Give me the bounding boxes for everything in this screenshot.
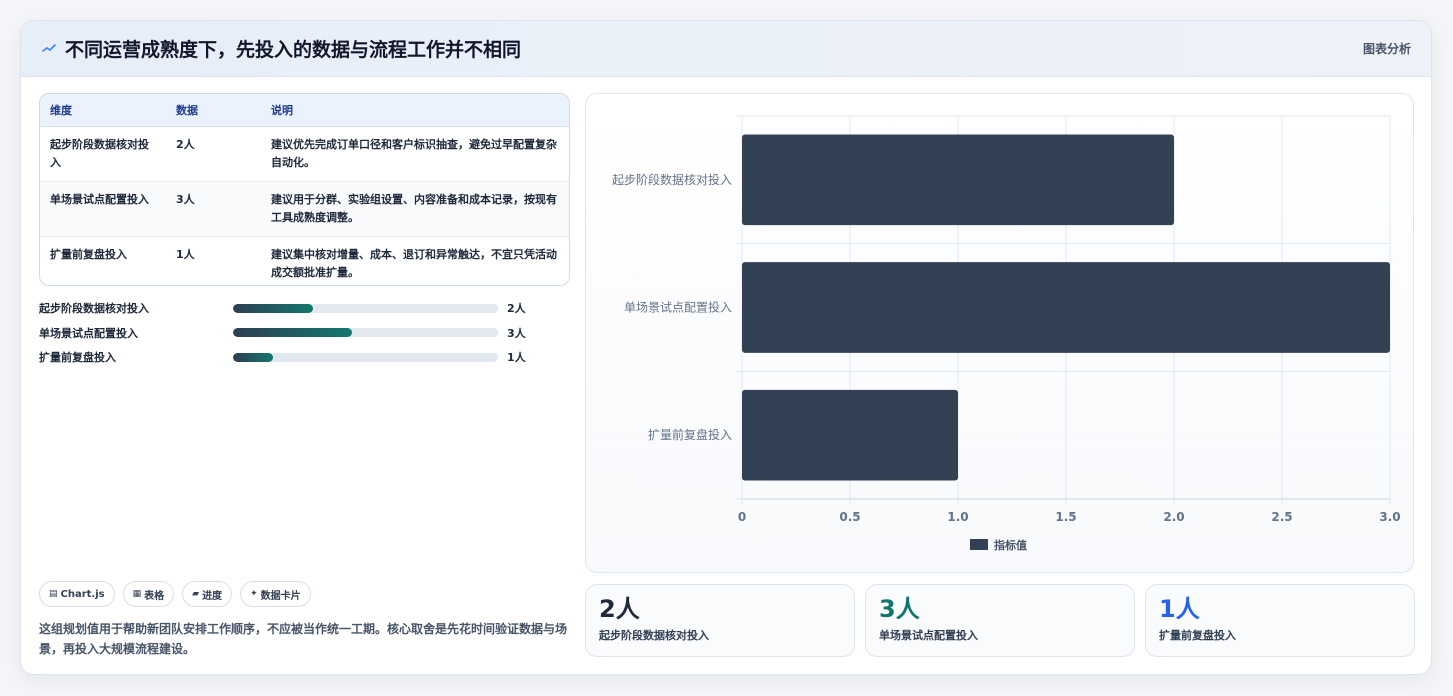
kpi-card: 3人 单场景试点配置投入 xyxy=(865,584,1135,657)
progress-label: 单场景试点配置投入 xyxy=(39,326,138,340)
kpi-value: 1人 xyxy=(1159,595,1200,623)
kpi-row: 2人 起步阶段数据核对投入 3人 单场景试点配置投入 1人 扩量前复盘投入 xyxy=(585,584,1415,657)
data-table: 维度 数据 说明 起步阶段数据核对投入 2人 建议优先完成订单口径和客户标识抽查… xyxy=(39,93,570,286)
table-row: 单场景试点配置投入 3人 建议用于分群、实验组设置、内容准备和成本记录，按现有工… xyxy=(40,181,569,237)
table-icon: ▦ xyxy=(132,589,142,599)
x-tick-label: 1.5 xyxy=(1055,510,1076,524)
table-cell-dim: 单场景试点配置投入 xyxy=(40,181,166,237)
progress-fill xyxy=(233,328,353,338)
kpi-value: 3人 xyxy=(879,595,920,623)
y-category-label: 起步阶段数据核对投入 xyxy=(612,172,732,187)
table-cell-value: 1人 xyxy=(176,247,195,261)
card-icon: ✦ xyxy=(250,589,258,599)
chip-chartjs[interactable]: ▤ Chart.js xyxy=(39,581,115,607)
chip-label: 表格 xyxy=(144,590,165,602)
chip-label: 进度 xyxy=(202,590,223,602)
footnote: 这组规划值用于帮助新团队安排工作顺序，不应被当作统一工期。核心取舍是先花时间验证… xyxy=(39,622,568,656)
card-header: 不同运营成熟度下，先投入的数据与流程工作并不相同 图表分析 xyxy=(21,21,1431,77)
progress-row: 起步阶段数据核对投入 2人 xyxy=(39,296,570,321)
chip-table[interactable]: ▦ 表格 xyxy=(122,581,175,607)
chart-card: 不同运营成熟度下，先投入的数据与流程工作并不相同 图表分析 维度 数据 说明 起… xyxy=(20,20,1432,675)
header-tag: 图表分析 xyxy=(1362,42,1411,56)
table-cell-desc: 建议用于分群、实验组设置、内容准备和成本记录，按现有工具成熟度调整。 xyxy=(261,181,569,237)
progress-label: 起步阶段数据核对投入 xyxy=(39,302,149,316)
x-tick-label: 0 xyxy=(738,510,746,524)
progress-fill xyxy=(233,303,313,313)
bar xyxy=(742,389,958,481)
progress-value: 1人 xyxy=(507,351,526,365)
progress-icon: ▰ xyxy=(192,589,200,599)
progress-list: 起步阶段数据核对投入 2人 单场景试点配置投入 3人 扩量前复盘投入 1人 xyxy=(39,296,570,370)
table-header-row: 维度 数据 说明 xyxy=(40,94,569,127)
column-header: 数据 xyxy=(166,94,261,127)
table-cell-dim: 扩量前复盘投入 xyxy=(50,247,127,261)
table-cell-value: 2人 xyxy=(166,126,261,182)
column-header: 说明 xyxy=(261,94,569,127)
chip-label: 数据卡片 xyxy=(260,590,301,602)
legend-label: 指标值 xyxy=(994,538,1027,552)
progress-track xyxy=(233,352,498,362)
x-tick-label: 2.5 xyxy=(1271,510,1292,524)
progress-value: 3人 xyxy=(507,326,526,340)
progress-value: 2人 xyxy=(507,302,526,316)
y-category-label: 扩量前复盘投入 xyxy=(648,427,732,442)
legend-swatch xyxy=(970,539,988,550)
x-tick-label: 2.0 xyxy=(1163,510,1184,524)
progress-row: 扩量前复盘投入 1人 xyxy=(39,345,570,370)
y-category-label: 单场景试点配置投入 xyxy=(624,300,732,315)
x-tick-label: 1.0 xyxy=(947,510,968,524)
table-cell-dim: 起步阶段数据核对投入 xyxy=(40,126,166,182)
x-tick-label: 0.5 xyxy=(839,510,860,524)
x-tick-label: 3.0 xyxy=(1379,510,1400,524)
kpi-label: 扩量前复盘投入 xyxy=(1159,629,1236,642)
table-row: 扩量前复盘投入 1人 建议集中核对增量、成本、退订和异常触达，不宜只凭活动成交额… xyxy=(40,236,569,285)
progress-track xyxy=(233,303,498,313)
feature-chips: ▤ Chart.js ▦ 表格 ▰ 进度 ✦ 数据卡片 xyxy=(39,581,311,607)
chart-icon: ▤ xyxy=(49,589,58,599)
chip-data-card[interactable]: ✦ 数据卡片 xyxy=(240,581,311,607)
progress-label: 扩量前复盘投入 xyxy=(39,351,116,365)
progress-row: 单场景试点配置投入 3人 xyxy=(39,321,570,346)
progress-track xyxy=(233,328,498,338)
kpi-value: 2人 xyxy=(599,595,640,623)
page-title: 不同运营成熟度下，先投入的数据与流程工作并不相同 xyxy=(65,39,522,61)
chip-progress[interactable]: ▰ 进度 xyxy=(182,581,233,607)
sparkle-icon xyxy=(41,41,57,57)
kpi-card: 1人 扩量前复盘投入 xyxy=(1145,584,1415,657)
table-cell-desc: 建议集中核对增量、成本、退订和异常触达，不宜只凭活动成交额批准扩量。 xyxy=(271,247,557,279)
chip-label: Chart.js xyxy=(60,588,105,600)
kpi-label: 单场景试点配置投入 xyxy=(879,629,978,642)
progress-fill xyxy=(233,352,273,362)
kpi-card: 2人 起步阶段数据核对投入 xyxy=(585,584,855,657)
column-header: 维度 xyxy=(40,94,166,127)
bar xyxy=(742,134,1174,226)
table-cell-desc: 建议优先完成订单口径和客户标识抽查，避免过早配置复杂自动化。 xyxy=(261,126,569,182)
table-cell-value: 3人 xyxy=(166,181,261,237)
bar-chart: 0 0.5 1.0 1.5 2.0 2.5 3.0 起步阶段数据核对投入单场景试点配置投入扩量… xyxy=(585,93,1414,573)
table-row: 起步阶段数据核对投入 2人 建议优先完成订单口径和客户标识抽查，避免过早配置复杂… xyxy=(40,126,569,182)
bar xyxy=(742,262,1390,353)
kpi-label: 起步阶段数据核对投入 xyxy=(599,629,709,642)
chart-svg: 0 0.5 1.0 1.5 2.0 2.5 3.0 起步阶段数据核对投入单场景试点配置投入扩量… xyxy=(612,115,1401,552)
